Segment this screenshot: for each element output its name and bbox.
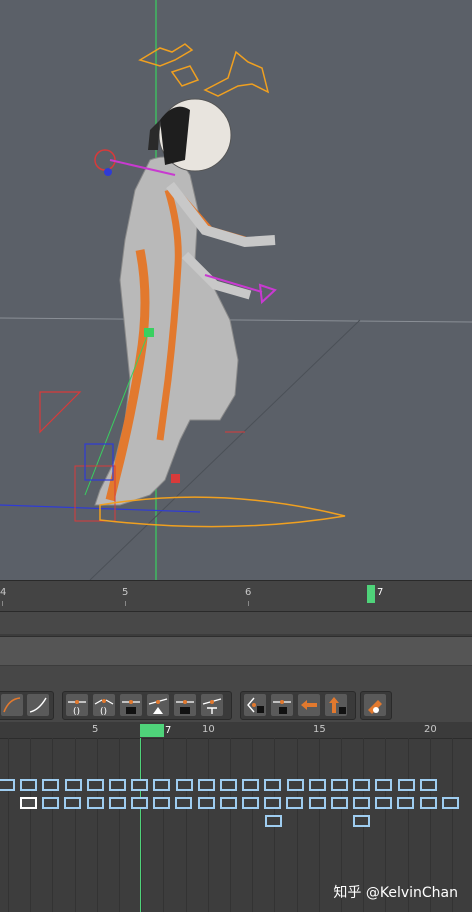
keyframe[interactable] bbox=[0, 779, 15, 791]
dope-sheet-ruler[interactable]: 5 7 10 15 20 bbox=[0, 722, 472, 739]
linear-tangent-icon[interactable] bbox=[27, 694, 49, 716]
keyframe[interactable] bbox=[20, 797, 37, 809]
keyframe[interactable] bbox=[64, 797, 82, 809]
keyframe[interactable] bbox=[419, 797, 437, 809]
current-frame-label: 7 bbox=[165, 725, 172, 736]
track-row bbox=[0, 812, 472, 830]
stepped-tangent-icon[interactable] bbox=[174, 694, 196, 716]
unify-tangents-icon[interactable]: () bbox=[66, 694, 88, 716]
key-tangent-buttons: () () bbox=[62, 691, 232, 720]
keyframe[interactable] bbox=[419, 779, 437, 791]
track-row bbox=[0, 794, 472, 812]
keyframe[interactable] bbox=[330, 797, 348, 809]
track-row bbox=[0, 776, 472, 794]
ruler-tick-label: 5 bbox=[92, 724, 99, 735]
helmet-strap bbox=[148, 120, 160, 150]
rotate-control-center bbox=[170, 65, 200, 87]
range-slider-bar[interactable] bbox=[0, 612, 472, 634]
move-left-icon[interactable] bbox=[298, 694, 320, 716]
time-slider[interactable]: 4 5 6 7 bbox=[0, 580, 472, 612]
grid-horizon-line bbox=[0, 317, 472, 323]
extra-buttons bbox=[360, 691, 392, 720]
keyframe[interactable] bbox=[153, 779, 171, 791]
character-body bbox=[94, 156, 239, 506]
lock-weight-icon[interactable] bbox=[120, 694, 142, 716]
keyframe[interactable] bbox=[64, 779, 82, 791]
keyframe[interactable] bbox=[441, 797, 459, 809]
viewport-scene bbox=[0, 0, 472, 580]
keyframe[interactable] bbox=[175, 779, 193, 791]
3d-viewport[interactable] bbox=[0, 0, 472, 580]
keyframe[interactable] bbox=[242, 779, 260, 791]
keyframe[interactable] bbox=[153, 797, 171, 809]
rotate-control-right bbox=[203, 50, 270, 97]
keyframe[interactable] bbox=[308, 779, 326, 791]
lock-tangent-icon[interactable] bbox=[244, 694, 266, 716]
knee-pole-handle bbox=[144, 328, 154, 337]
lock-key-icon[interactable] bbox=[271, 694, 293, 716]
keyframe[interactable] bbox=[286, 779, 304, 791]
dope-sheet-playhead[interactable] bbox=[140, 724, 164, 737]
time-slider-tick-label: 4 bbox=[0, 587, 7, 598]
buffer-curve-icon[interactable] bbox=[364, 694, 386, 716]
keyframe[interactable] bbox=[353, 815, 370, 827]
foot-roll-control bbox=[99, 496, 346, 528]
time-slider-tick bbox=[2, 601, 3, 606]
ik-pole-red bbox=[39, 391, 82, 434]
graph-editor-menu-bar bbox=[0, 636, 472, 665]
keyframe[interactable] bbox=[264, 779, 282, 791]
keyframe[interactable] bbox=[286, 797, 304, 809]
free-weight-icon[interactable] bbox=[147, 694, 169, 716]
keyframe[interactable] bbox=[108, 797, 126, 809]
time-slider-tick bbox=[248, 601, 249, 606]
svg-text:(): () bbox=[73, 707, 80, 716]
keyframe[interactable] bbox=[197, 797, 215, 809]
keyframe[interactable] bbox=[42, 797, 60, 809]
foot-pivot-handle bbox=[171, 474, 180, 483]
keyframe[interactable] bbox=[375, 797, 393, 809]
ruler-tick-label: 20 bbox=[424, 724, 437, 735]
keyframe[interactable] bbox=[86, 797, 104, 809]
tangent-curve-buttons bbox=[0, 691, 54, 720]
keyframe[interactable] bbox=[86, 779, 104, 791]
keyframe[interactable] bbox=[397, 779, 415, 791]
rotate-control-left bbox=[138, 43, 194, 67]
keyframe[interactable] bbox=[20, 779, 38, 791]
keyframe[interactable] bbox=[375, 779, 393, 791]
move-up-lock-icon[interactable] bbox=[325, 694, 347, 716]
break-tangents-icon[interactable]: () bbox=[93, 694, 115, 716]
keyframe[interactable] bbox=[131, 797, 148, 809]
keyframe[interactable] bbox=[131, 779, 149, 791]
time-slider-playhead[interactable] bbox=[367, 585, 375, 603]
keyframe[interactable] bbox=[175, 797, 193, 809]
plateau-tangent-icon[interactable] bbox=[201, 694, 223, 716]
keyframe[interactable] bbox=[397, 797, 415, 809]
lock-buttons bbox=[240, 691, 356, 720]
ruler-tick-label: 10 bbox=[202, 724, 215, 735]
keyframe[interactable] bbox=[353, 779, 371, 791]
wrist-control bbox=[258, 283, 277, 305]
shoulder-handle bbox=[104, 168, 112, 176]
keyframe[interactable] bbox=[219, 797, 237, 809]
keyframe[interactable] bbox=[42, 779, 60, 791]
svg-text:(): () bbox=[100, 707, 107, 716]
ruler-tick-label: 15 bbox=[313, 724, 326, 735]
keyframe[interactable] bbox=[353, 797, 370, 809]
keyframe[interactable] bbox=[197, 779, 215, 791]
time-slider-tick bbox=[125, 601, 126, 606]
watermark: 知乎 @KelvinChan bbox=[333, 885, 458, 901]
keyframe[interactable] bbox=[220, 779, 237, 791]
keyframe[interactable] bbox=[331, 779, 348, 791]
graph-editor-toolbar: () () bbox=[0, 688, 472, 722]
keyframe[interactable] bbox=[265, 815, 282, 827]
keyframe[interactable] bbox=[308, 797, 326, 809]
spline-tangent-icon[interactable] bbox=[1, 694, 23, 716]
time-slider-tick-label: 5 bbox=[122, 587, 129, 598]
keyframe[interactable] bbox=[242, 797, 259, 809]
time-slider-tick-label: 6 bbox=[245, 587, 252, 598]
current-frame-label: 7 bbox=[377, 587, 384, 598]
keyframe[interactable] bbox=[264, 797, 282, 809]
graph-editor-options-bar bbox=[0, 666, 472, 688]
keyframe[interactable] bbox=[109, 779, 126, 791]
